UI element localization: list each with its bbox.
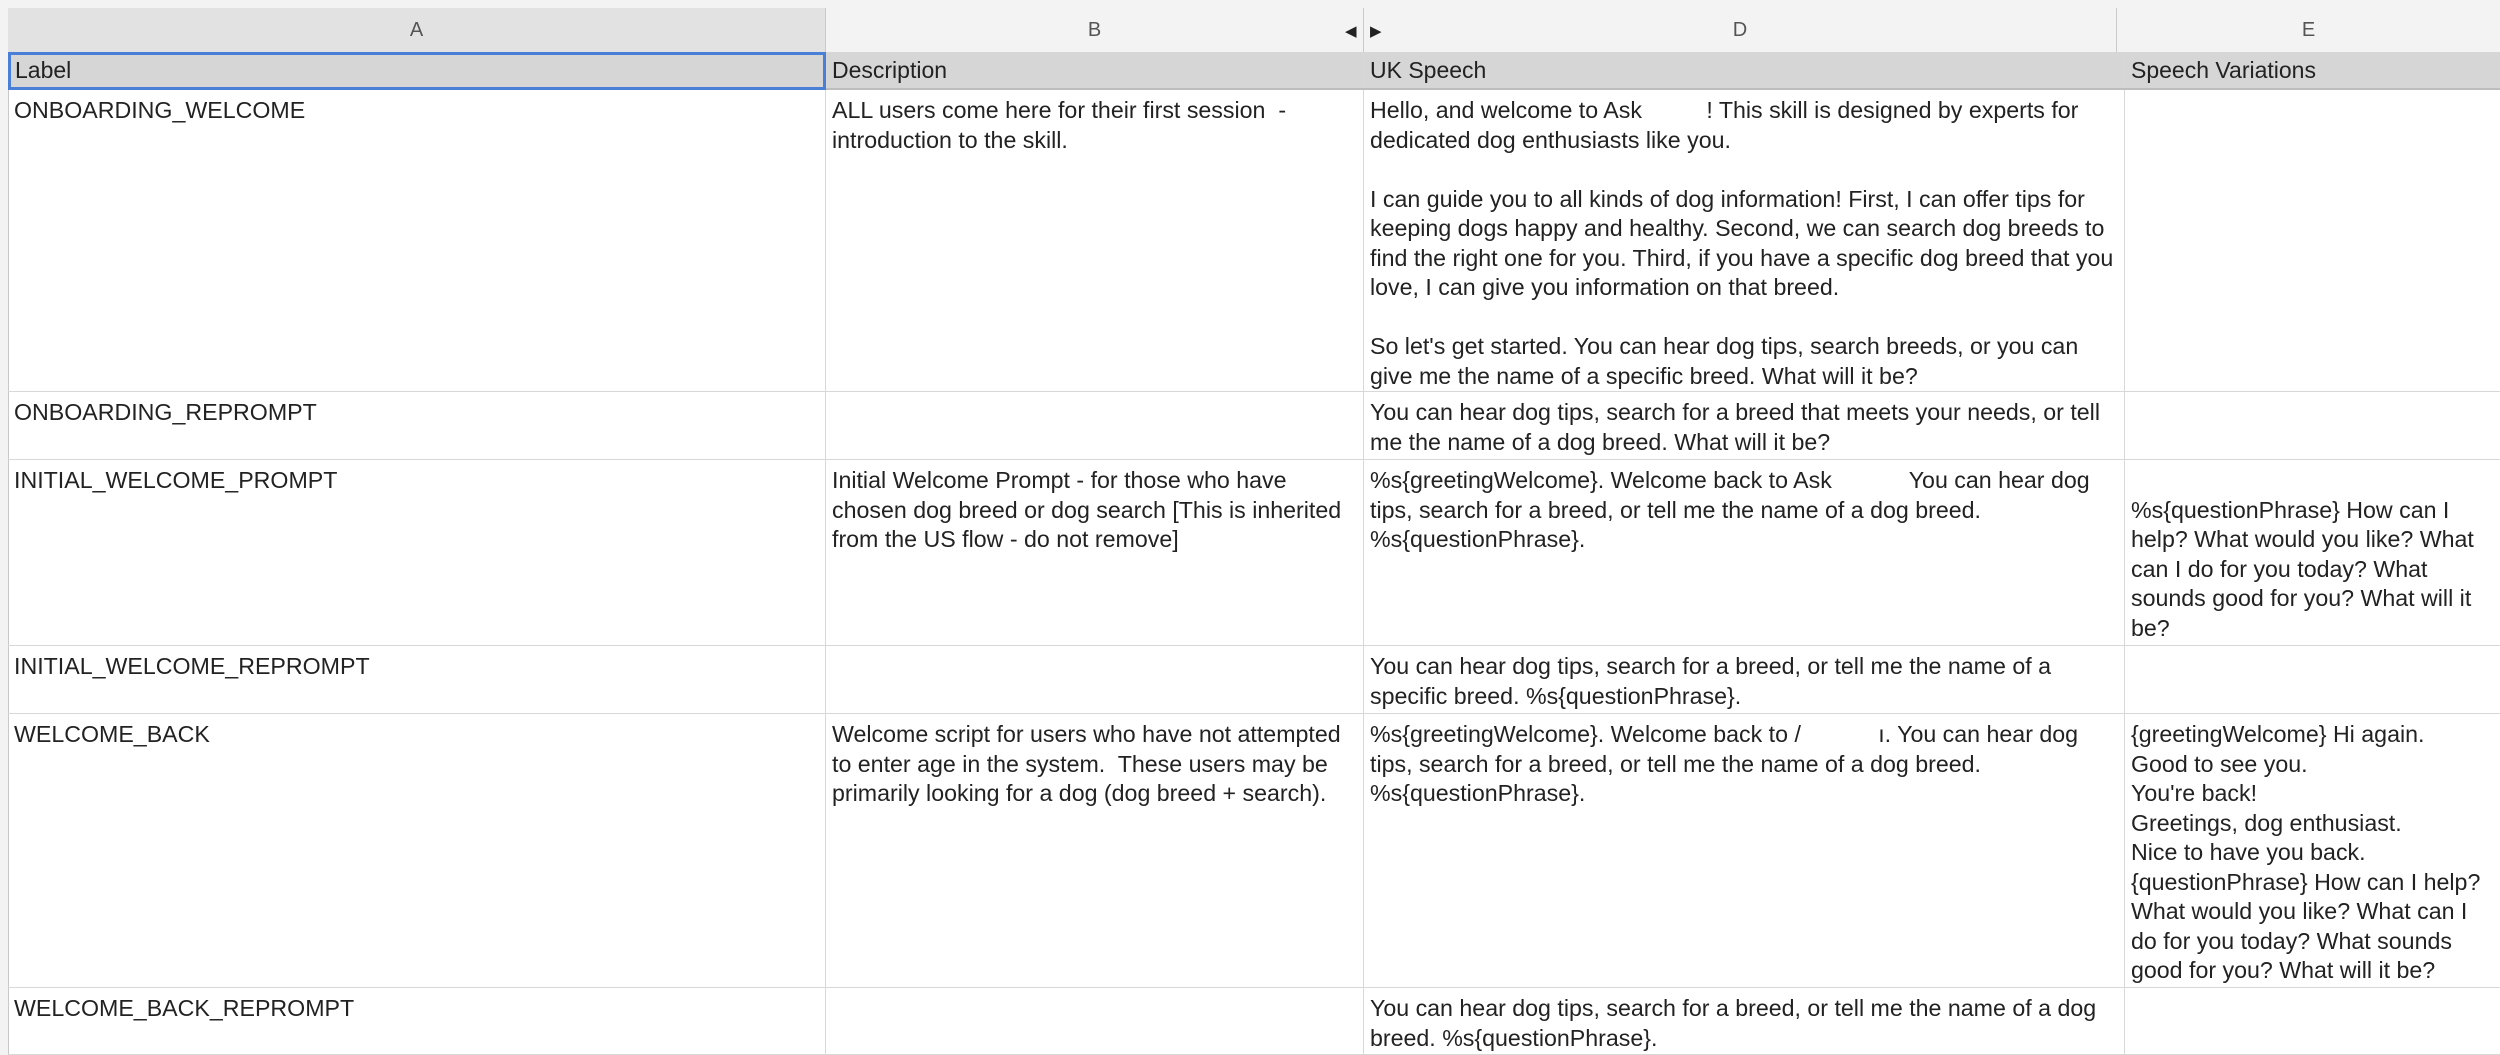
label-cell[interactable]: ONBOARDING_WELCOME: [8, 90, 826, 391]
table-header-row: Label Description UK Speech Speech Varia…: [8, 52, 2500, 90]
spreadsheet: A B ◀ ▶ D E Label Description UK Speech …: [0, 0, 2500, 1055]
table-row: WELCOME_BACK_REPROMPT You can hear dog t…: [8, 988, 2500, 1055]
speech-variations-cell[interactable]: [2125, 988, 2500, 1054]
description-cell[interactable]: [826, 646, 1364, 713]
column-header-bar: A B ◀ ▶ D E: [0, 0, 2500, 53]
uk-speech-cell[interactable]: You can hear dog tips, search for a bree…: [1364, 646, 2125, 713]
speech-variations-cell[interactable]: %s{questionPhrase} How can I help? What …: [2125, 460, 2500, 645]
label-cell[interactable]: INITIAL_WELCOME_REPROMPT: [8, 646, 826, 713]
table-row: INITIAL_WELCOME_REPROMPT You can hear do…: [8, 646, 2500, 714]
uk-speech-cell[interactable]: %s{greetingWelcome}. Welcome back to Ask…: [1364, 460, 2125, 645]
description-cell[interactable]: Initial Welcome Prompt - for those who h…: [826, 460, 1364, 645]
column-header-a[interactable]: A: [8, 8, 826, 52]
table-row: INITIAL_WELCOME_PROMPT Initial Welcome P…: [8, 460, 2500, 646]
hidden-column-left-arrow-icon[interactable]: ◀: [1345, 22, 1357, 40]
label-cell[interactable]: WELCOME_BACK: [8, 714, 826, 987]
speech-variations-cell[interactable]: [2125, 392, 2500, 459]
description-cell[interactable]: Welcome script for users who have not at…: [826, 714, 1364, 987]
uk-speech-cell[interactable]: %s{greetingWelcome}. Welcome back to / ı…: [1364, 714, 2125, 987]
header-cell-uk-speech[interactable]: UK Speech: [1364, 52, 2125, 88]
column-header-e[interactable]: E: [2117, 8, 2500, 52]
header-cell-speech-variations[interactable]: Speech Variations: [2125, 52, 2500, 88]
header-cell-description[interactable]: Description: [826, 52, 1364, 88]
description-cell[interactable]: ALL users come here for their first sess…: [826, 90, 1364, 391]
cell-grid: Label Description UK Speech Speech Varia…: [8, 52, 2500, 1055]
column-header-b[interactable]: B: [826, 8, 1364, 52]
speech-variations-cell[interactable]: {greetingWelcome} Hi again. Good to see …: [2125, 714, 2500, 987]
header-cell-label[interactable]: Label: [8, 52, 826, 90]
table-row: WELCOME_BACK Welcome script for users wh…: [8, 714, 2500, 988]
uk-speech-cell[interactable]: You can hear dog tips, search for a bree…: [1364, 988, 2125, 1054]
column-header-d[interactable]: D: [1364, 8, 2117, 52]
label-cell[interactable]: WELCOME_BACK_REPROMPT: [8, 988, 826, 1054]
table-row: ONBOARDING_REPROMPT You can hear dog tip…: [8, 392, 2500, 460]
label-cell[interactable]: ONBOARDING_REPROMPT: [8, 392, 826, 459]
speech-variations-cell[interactable]: [2125, 90, 2500, 391]
uk-speech-cell[interactable]: Hello, and welcome to Ask ! This skill i…: [1364, 90, 2125, 391]
description-cell[interactable]: [826, 392, 1364, 459]
description-cell[interactable]: [826, 988, 1364, 1054]
label-cell[interactable]: INITIAL_WELCOME_PROMPT: [8, 460, 826, 645]
speech-variations-cell[interactable]: [2125, 646, 2500, 713]
table-row: ONBOARDING_WELCOME ALL users come here f…: [8, 90, 2500, 392]
uk-speech-cell[interactable]: You can hear dog tips, search for a bree…: [1364, 392, 2125, 459]
